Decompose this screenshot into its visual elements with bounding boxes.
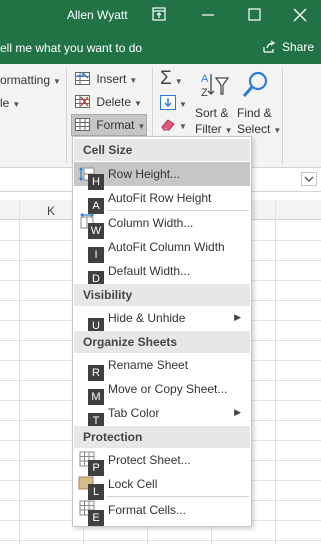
- find-select-label-1: Find &: [237, 106, 272, 120]
- delete-cells-icon: [75, 95, 90, 108]
- section-cell-size: Cell Size: [74, 139, 250, 161]
- close-icon[interactable]: [290, 5, 310, 25]
- chevron-down-icon: ▼: [134, 99, 142, 108]
- chevron-down-icon: ▼: [53, 77, 61, 86]
- share-button[interactable]: Share: [262, 40, 314, 54]
- menu-item-label: Format Cells...: [108, 503, 187, 517]
- fill-down-icon: [160, 95, 176, 110]
- delete-label: Delete: [96, 95, 132, 109]
- chevron-down-icon: [304, 176, 314, 182]
- magnifier-icon: [242, 71, 268, 97]
- svg-text:A: A: [201, 73, 209, 85]
- menu-item-label: Default Width...: [108, 264, 191, 278]
- sort-filter-label-2: Filter ▼: [195, 122, 233, 136]
- section-protection: Protection: [74, 426, 250, 448]
- submenu-arrow-icon: ▶: [234, 312, 241, 322]
- account-name[interactable]: Allen Wyatt: [67, 8, 128, 22]
- menu-item-label: Row Height...: [108, 167, 181, 181]
- format-label: Format: [96, 118, 135, 132]
- delete-button[interactable]: Delete ▼: [75, 95, 142, 109]
- menu-separator: [107, 496, 249, 497]
- format-button[interactable]: Format ▼: [71, 114, 147, 136]
- menu-item-label: Move or Copy Sheet...: [108, 382, 228, 396]
- conditional-formatting-button[interactable]: ormatting ▼: [0, 73, 61, 87]
- find-select-label-2: Select ▼: [237, 122, 282, 136]
- format-dropdown-menu: Cell Size H Row Height... A AutoFit Row …: [72, 136, 252, 527]
- chevron-down-icon: ▼: [129, 76, 138, 85]
- format-as-table-label: le: [0, 96, 10, 110]
- expand-formula-bar-button[interactable]: [301, 172, 317, 186]
- gridline: [275, 200, 276, 544]
- insert-button[interactable]: Insert ▼: [75, 71, 138, 86]
- section-visibility: Visibility: [74, 284, 250, 306]
- ribbon-divider: [66, 68, 67, 164]
- gridline: [0, 540, 321, 541]
- menu-item-tab-color[interactable]: T Tab Color ▶: [74, 401, 250, 429]
- insert-label: Insert: [96, 72, 127, 86]
- gridline: [19, 200, 20, 544]
- menu-item-rename-sheet[interactable]: R Rename Sheet: [74, 353, 250, 381]
- eraser-icon: [161, 119, 175, 131]
- section-organize-sheets: Organize Sheets: [74, 331, 250, 353]
- maximize-icon[interactable]: [245, 5, 265, 25]
- format-as-table-button[interactable]: le ▼: [0, 96, 20, 110]
- chevron-down-icon: ▼: [224, 126, 233, 135]
- menu-item-autofit-row-height[interactable]: A AutoFit Row Height: [74, 186, 250, 214]
- conditional-formatting-label: ormatting: [0, 73, 51, 87]
- autosum-button[interactable]: Σ ▼: [160, 68, 183, 90]
- chevron-down-icon: ▼: [179, 100, 187, 109]
- chevron-down-icon: ▼: [179, 122, 187, 131]
- menu-item-lock-cell[interactable]: L Lock Cell: [74, 472, 250, 500]
- menu-item-format-cells[interactable]: E Format Cells...: [74, 498, 250, 526]
- column-header-k[interactable]: K: [47, 204, 55, 218]
- submenu-arrow-icon: ▶: [234, 407, 241, 417]
- format-cells-icon: [75, 118, 90, 131]
- menu-item-protect-sheet[interactable]: P Protect Sheet...: [74, 448, 250, 476]
- share-label: Share: [282, 40, 315, 54]
- chevron-down-icon: ▼: [12, 100, 21, 109]
- menu-item-column-width[interactable]: W Column Width...: [74, 211, 250, 239]
- tell-me-input[interactable]: ell me what you want to do: [0, 41, 142, 55]
- title-bar: Allen Wyatt: [0, 0, 321, 31]
- ribbon-display-icon[interactable]: [152, 7, 166, 21]
- menu-item-default-width[interactable]: D Default Width...: [74, 259, 250, 287]
- chevron-down-icon: ▼: [273, 126, 282, 135]
- menu-item-label: Lock Cell: [108, 477, 158, 491]
- menu-item-label: Protect Sheet...: [108, 453, 191, 467]
- menu-item-label: Hide & Unhide: [108, 311, 186, 325]
- find-select-button[interactable]: [240, 70, 274, 103]
- menu-item-label: Tab Color: [108, 406, 160, 420]
- menu-item-label: AutoFit Row Height: [108, 191, 212, 205]
- menu-item-hide-unhide[interactable]: U Hide & Unhide ▶: [74, 306, 250, 334]
- chevron-down-icon: ▼: [174, 77, 183, 86]
- clear-button[interactable]: ▼: [160, 118, 187, 132]
- keytip-e: E: [88, 510, 104, 526]
- sort-filter-button[interactable]: A Z: [195, 70, 233, 103]
- sort-filter-icon: A Z: [201, 73, 230, 99]
- sigma-icon: Σ: [160, 68, 172, 89]
- fill-button[interactable]: ▼: [160, 95, 187, 110]
- menu-item-label: Column Width...: [108, 216, 194, 230]
- chevron-down-icon: ▼: [137, 122, 146, 131]
- menu-item-label: AutoFit Column Width: [108, 240, 225, 254]
- menu-item-label: Rename Sheet: [108, 358, 189, 372]
- tell-me-bar: ell me what you want to do Share: [0, 31, 321, 64]
- minimize-icon[interactable]: [198, 5, 218, 25]
- sort-filter-label-1: Sort &: [195, 106, 229, 120]
- menu-item-move-copy-sheet[interactable]: M Move or Copy Sheet...: [74, 377, 250, 405]
- insert-cells-icon: [75, 71, 90, 85]
- menu-item-row-height[interactable]: H Row Height...: [74, 162, 250, 190]
- menu-item-autofit-column-width[interactable]: I AutoFit Column Width: [74, 235, 250, 263]
- svg-text:Z: Z: [201, 87, 208, 99]
- ribbon-divider: [282, 68, 283, 164]
- share-icon: [263, 40, 276, 53]
